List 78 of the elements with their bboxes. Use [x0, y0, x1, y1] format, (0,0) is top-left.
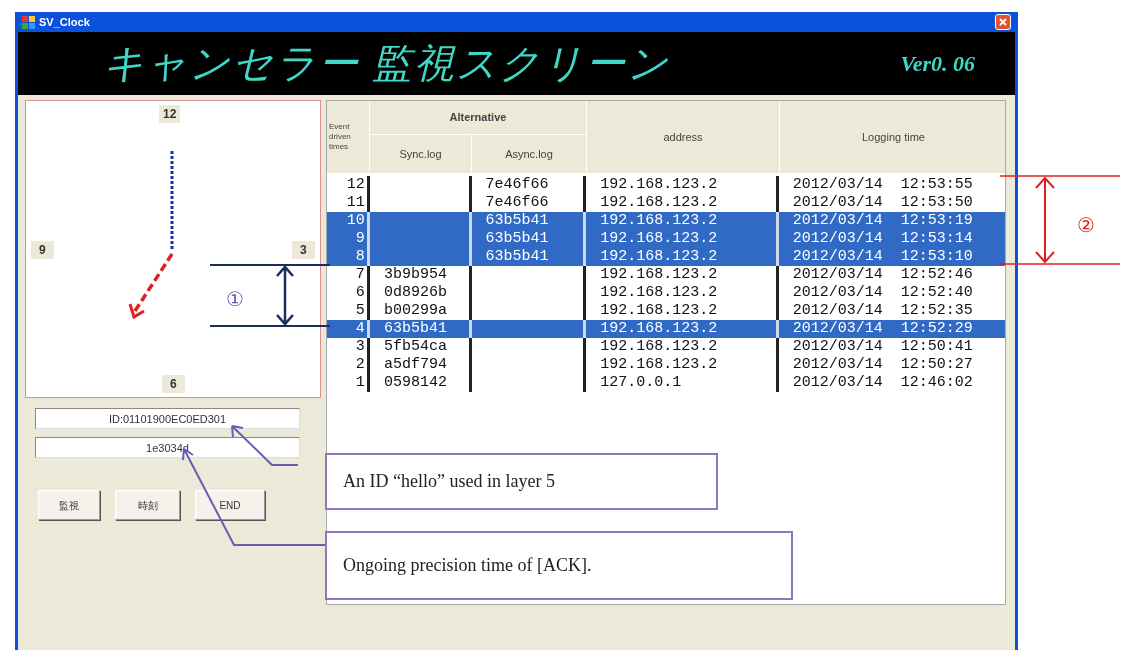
table-cell: 63b5b41	[383, 320, 447, 338]
version-label: Ver0. 06	[900, 50, 975, 78]
clock-label: 6	[162, 375, 185, 393]
table-cell: 192.168.123.2	[600, 248, 718, 266]
table-cell: b00299a	[383, 302, 447, 320]
column-header[interactable]: Alternative	[370, 101, 587, 135]
table-cell: 63b5b41	[485, 248, 549, 266]
table-cell: 192.168.123.2	[600, 230, 718, 248]
column-header[interactable]: address	[587, 101, 780, 173]
table-cell: 2012/03/14 12:52:29	[792, 320, 973, 338]
table-cell: 3b9b954	[383, 266, 447, 284]
table-cell: 6	[355, 284, 365, 302]
table-cell: a5df794	[383, 356, 447, 374]
table-cell: 8	[355, 248, 365, 266]
text-field[interactable]: ID:01101900EC0ED301	[35, 408, 300, 429]
table-cell: 4	[355, 320, 365, 338]
list-row[interactable]: 4 63b5b41 192.168.123.2 2012/03/14 12:52:29	[327, 320, 1005, 338]
table-cell: 3	[355, 338, 365, 356]
clock-label: 9	[31, 241, 54, 259]
close-button[interactable]	[995, 14, 1011, 30]
callout: Ongoing precision time of [ACK].	[325, 531, 793, 600]
push-button[interactable]: END	[195, 490, 265, 520]
table-cell: 0d8926b	[383, 284, 447, 302]
table-cell: 2012/03/14 12:53:50	[792, 194, 973, 212]
table-cell: 2012/03/14 12:52:46	[792, 266, 973, 284]
table-cell: 5	[355, 302, 365, 320]
push-button[interactable]: 監視	[38, 490, 100, 520]
close-icon	[999, 18, 1007, 26]
table-cell: 1	[355, 374, 365, 392]
table-cell: 2012/03/14 12:53:10	[792, 248, 973, 266]
window-title: SV_Clock	[39, 14, 90, 30]
callout: An ID “hello” used in layer 5	[325, 453, 718, 510]
marker-label: ②	[1077, 213, 1095, 238]
app-icon	[22, 15, 35, 29]
table-cell: 192.168.123.2	[600, 266, 718, 284]
table-cell: 12	[346, 176, 365, 194]
table-cell: 7e46f66	[485, 194, 549, 212]
table-cell: 192.168.123.2	[600, 338, 718, 356]
table-cell: 2012/03/14 12:52:40	[792, 284, 973, 302]
table-cell: 0598142	[383, 374, 447, 392]
table-cell: 63b5b41	[485, 230, 549, 248]
table-cell: 7e46f66	[485, 176, 549, 194]
table-cell: 192.168.123.2	[600, 320, 718, 338]
table-cell: 2012/03/14 12:53:14	[792, 230, 973, 248]
list-row[interactable]: 10 63b5b41 192.168.123.2 2012/03/14 12:53:19	[327, 212, 1005, 230]
table-cell: 5fb54ca	[383, 338, 447, 356]
table-cell: 9	[355, 230, 365, 248]
marker-label: ①	[226, 287, 244, 312]
table-cell: 2012/03/14 12:50:41	[792, 338, 973, 356]
table-cell: 11	[346, 194, 365, 212]
column-header[interactable]: Async.log	[472, 135, 587, 173]
list-row[interactable]: 8 63b5b41 192.168.123.2 2012/03/14 12:53:10	[327, 248, 1005, 266]
push-button[interactable]: 時刻	[115, 490, 180, 520]
table-cell: 63b5b41	[485, 212, 549, 230]
clock-label: 12	[159, 105, 181, 123]
clock-hand	[128, 253, 174, 320]
table-cell: 2012/03/14 12:50:27	[792, 356, 973, 374]
table-cell: 192.168.123.2	[600, 194, 718, 212]
table-cell: 7	[355, 266, 365, 284]
double-arrow	[275, 265, 295, 326]
banner-title: キャンセラー 監視スクリーン	[103, 39, 670, 88]
table-cell: 192.168.123.2	[600, 284, 718, 302]
clock-label: 3	[292, 241, 315, 259]
table-cell: 192.168.123.2	[600, 302, 718, 320]
table-cell: 192.168.123.2	[600, 212, 718, 230]
table-cell: 2012/03/14 12:46:02	[792, 374, 973, 392]
column-header[interactable]: Event driven times	[327, 101, 370, 173]
table-cell: 2012/03/14 12:52:35	[792, 302, 973, 320]
table-cell: 2	[355, 356, 365, 374]
table-cell: 127.0.0.1	[600, 374, 682, 392]
column-header[interactable]: Logging time	[780, 101, 1007, 173]
table-cell: 10	[346, 212, 365, 230]
list-row[interactable]: 9 63b5b41 192.168.123.2 2012/03/14 12:53:14	[327, 230, 1005, 248]
table-cell: 2012/03/14 12:53:19	[792, 212, 973, 230]
table-cell: 192.168.123.2	[600, 356, 718, 374]
table-cell: 2012/03/14 12:53:55	[792, 176, 973, 194]
column-header[interactable]: Sync.log	[370, 135, 472, 173]
table-cell: 192.168.123.2	[600, 176, 718, 194]
